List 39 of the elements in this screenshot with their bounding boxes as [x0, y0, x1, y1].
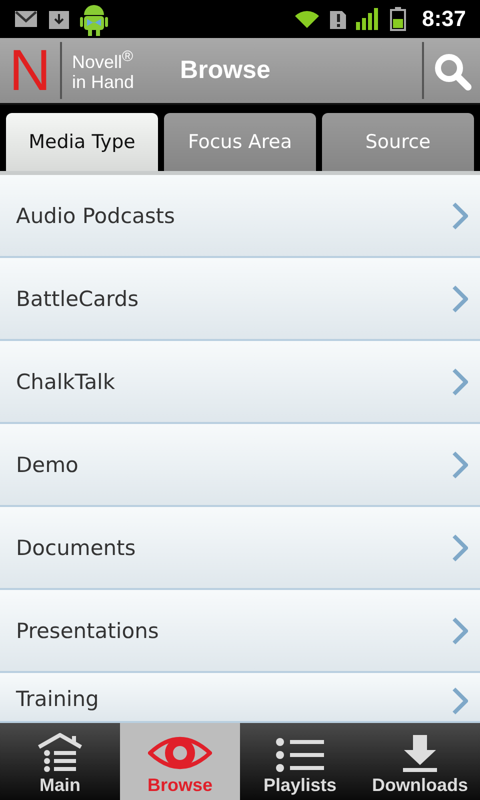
battery-icon [390, 7, 406, 31]
logo: N [8, 42, 52, 100]
wifi-icon [294, 9, 320, 29]
list-item[interactable]: Training [0, 673, 480, 723]
list-item[interactable]: Audio Podcasts [0, 175, 480, 258]
item-label: Documents [16, 536, 136, 560]
nav-tab[interactable]: Main [0, 723, 120, 800]
list-item[interactable]: Presentations [0, 590, 480, 673]
page-title: Browse [180, 56, 270, 85]
brand-name: Novell$^{®}$ [72, 48, 134, 72]
chevron-icon [452, 534, 468, 562]
item-label: BattleCards [16, 286, 139, 310]
home-list-icon [37, 733, 83, 773]
chevron-icon [452, 202, 468, 230]
nav-tab[interactable]: Playlists [240, 723, 360, 800]
item-label: Presentations [16, 618, 159, 642]
item-label: ChalkTalk [16, 370, 116, 394]
nav-tab[interactable]: Downloads [360, 723, 480, 800]
list-item[interactable]: Demo [0, 424, 480, 507]
alert-icon [330, 9, 346, 29]
chevron-icon [452, 450, 468, 478]
clock-time: 8:37 [422, 6, 466, 32]
brand-subtitle: in Hand [72, 72, 134, 92]
tab[interactable]: Media Type [6, 113, 158, 171]
chevron-icon [452, 368, 468, 396]
list-item[interactable]: BattleCards [0, 258, 480, 341]
list-item[interactable]: ChalkTalk [0, 341, 480, 424]
download-icon [400, 733, 440, 773]
chevron-icon [452, 687, 468, 715]
list-icon [275, 737, 325, 773]
signal-icon [356, 8, 380, 30]
download-icon [48, 8, 70, 30]
chevron-icon [452, 616, 468, 644]
item-label: Demo [16, 452, 78, 476]
item-label: Audio Podcasts [16, 204, 175, 228]
list-item[interactable]: Documents [0, 507, 480, 590]
mail-icon [14, 10, 38, 28]
item-label: Training [16, 687, 99, 711]
chevron-icon [452, 284, 468, 312]
